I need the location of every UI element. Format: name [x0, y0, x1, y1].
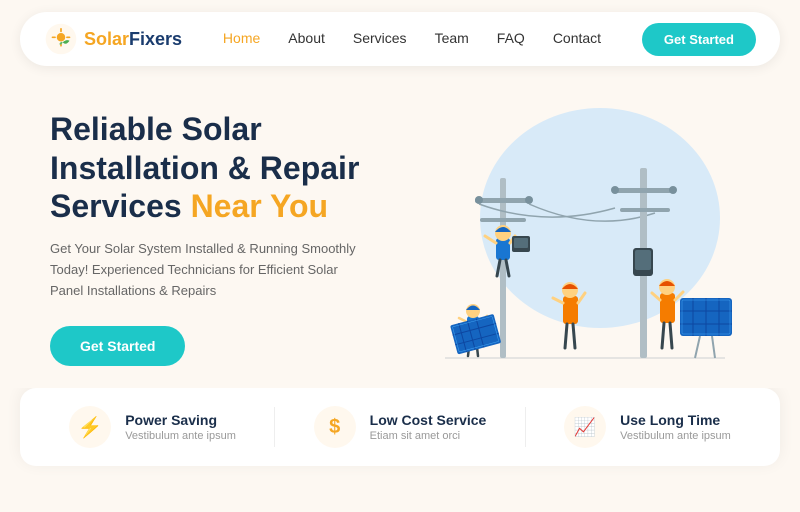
nav-link-home[interactable]: Home: [223, 30, 260, 46]
power-saving-icon: ⚡: [69, 406, 111, 448]
hero-title-line3: Services: [50, 188, 182, 224]
feature-divider-2: [525, 407, 526, 447]
feature-item-longterm: 📈 Use Long Time Vestibulum ante ipsum: [564, 406, 731, 448]
logo-text: SolarFixers: [84, 29, 182, 50]
feature-text-cost: Low Cost Service Etiam sit amet orci: [370, 412, 487, 442]
nav-item-team[interactable]: Team: [435, 30, 469, 48]
nav-link-contact[interactable]: Contact: [553, 30, 601, 46]
hero-title-line2: Installation & Repair: [50, 150, 359, 186]
feature-item-cost: $ Low Cost Service Etiam sit amet orci: [314, 406, 487, 448]
hero-title: Reliable Solar Installation & Repair Ser…: [50, 110, 400, 225]
nav-item-services[interactable]: Services: [353, 30, 407, 48]
hero-title-highlight: Near You: [191, 188, 329, 224]
low-cost-icon: $: [314, 406, 356, 448]
feature-title-power: Power Saving: [125, 412, 236, 428]
hero-section: Reliable Solar Installation & Repair Ser…: [0, 78, 800, 388]
logo: SolarFixers: [44, 22, 182, 56]
feature-title-longterm: Use Long Time: [620, 412, 731, 428]
feature-sub-longterm: Vestibulum ante ipsum: [620, 430, 731, 442]
feature-sub-power: Vestibulum ante ipsum: [125, 430, 236, 442]
features-strip: ⚡ Power Saving Vestibulum ante ipsum $ L…: [20, 388, 780, 466]
nav-link-services[interactable]: Services: [353, 30, 407, 46]
nav-item-faq[interactable]: FAQ: [497, 30, 525, 48]
nav-link-faq[interactable]: FAQ: [497, 30, 525, 46]
solar-workers-illustration: [415, 118, 735, 378]
hero-title-line1: Reliable Solar: [50, 111, 262, 147]
hero-cta-button[interactable]: Get Started: [50, 326, 185, 366]
feature-sub-cost: Etiam sit amet orci: [370, 430, 487, 442]
nav-item-about[interactable]: About: [288, 30, 325, 48]
nav-item-contact[interactable]: Contact: [553, 30, 601, 48]
long-time-icon: 📈: [564, 406, 606, 448]
hero-illustration: [400, 98, 750, 378]
nav-link-about[interactable]: About: [288, 30, 325, 46]
nav-link-team[interactable]: Team: [435, 30, 469, 46]
logo-icon: [44, 22, 78, 56]
nav-cta-button[interactable]: Get Started: [642, 23, 756, 56]
navbar: SolarFixers Home About Services Team FAQ…: [20, 12, 780, 66]
nav-item-home[interactable]: Home: [223, 30, 260, 48]
nav-links: Home About Services Team FAQ Contact: [223, 30, 601, 48]
feature-item-power: ⚡ Power Saving Vestibulum ante ipsum: [69, 406, 236, 448]
feature-text-power: Power Saving Vestibulum ante ipsum: [125, 412, 236, 442]
feature-text-longterm: Use Long Time Vestibulum ante ipsum: [620, 412, 731, 442]
feature-divider-1: [274, 407, 275, 447]
hero-description: Get Your Solar System Installed & Runnin…: [50, 239, 360, 301]
hero-content: Reliable Solar Installation & Repair Ser…: [50, 110, 400, 366]
feature-title-cost: Low Cost Service: [370, 412, 487, 428]
